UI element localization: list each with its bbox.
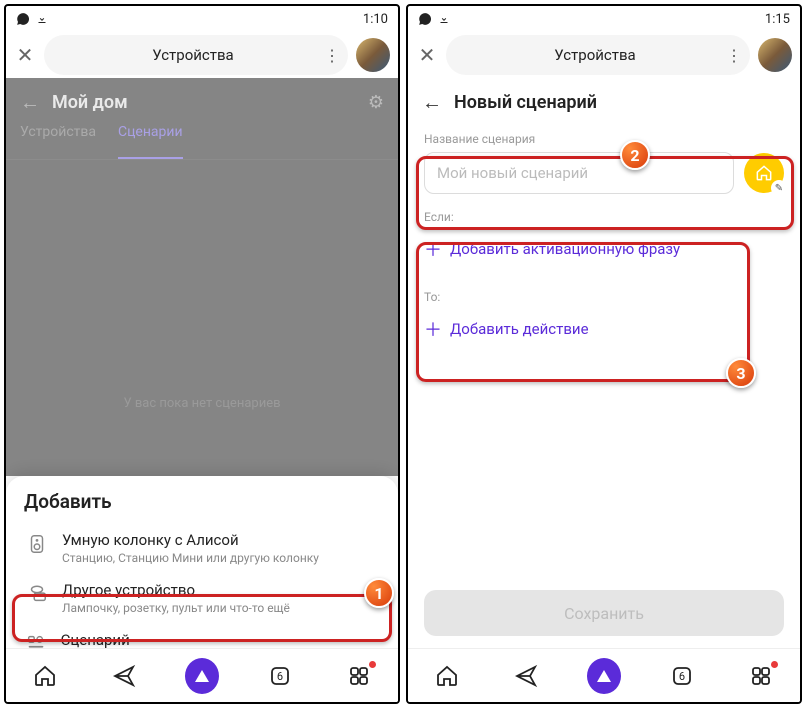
status-bar: 1:10 — [6, 6, 398, 32]
if-section-label: Если: — [424, 210, 784, 224]
dimmed-tabs: Устройства Сценарии — [6, 124, 398, 160]
save-button[interactable]: Сохранить — [424, 590, 784, 636]
house-icon — [754, 163, 774, 183]
empty-state-text: У вас пока нет сценариев — [6, 396, 398, 411]
scenario-icon-picker[interactable]: ✎ — [744, 153, 784, 193]
nav-apps[interactable] — [342, 659, 376, 693]
dimmed-header: ← Мой дом ⚙ — [6, 78, 398, 126]
input-placeholder: Мой новый сценарий — [437, 164, 588, 182]
nav-apps[interactable] — [744, 659, 778, 693]
nav-send[interactable] — [107, 659, 141, 693]
back-icon[interactable]: ← — [422, 90, 442, 115]
sheet-item-speaker[interactable]: Умную колонку с Алисой Станцию, Станцию … — [24, 523, 380, 573]
status-time: 1:15 — [765, 12, 790, 27]
screenshot-left: 1:10 ✕ Устройства ⋮ ← Мой дом ⚙ Устройст… — [4, 4, 400, 704]
nav-home[interactable] — [28, 659, 62, 693]
add-phrase-label: Добавить активационную фразу — [450, 240, 680, 258]
notification-dot — [771, 661, 778, 668]
more-icon[interactable]: ⋮ — [324, 46, 338, 65]
speaker-icon — [24, 531, 50, 557]
bottom-sheet: Добавить Умную колонку с Алисой Станцию,… — [6, 476, 398, 648]
sheet-title: Добавить — [24, 490, 380, 513]
plus-icon: ＋ — [424, 316, 440, 342]
whatsapp-icon — [16, 12, 30, 26]
tab-scenarios: Сценарии — [118, 124, 183, 159]
sheet-item-title: Сценарий — [61, 631, 380, 649]
close-icon[interactable]: ✕ — [416, 43, 438, 67]
whatsapp-icon — [418, 12, 432, 26]
svg-text:6: 6 — [679, 670, 685, 683]
sheet-item-subtitle: Станцию, Станцию Мини или другую колонку — [62, 551, 319, 565]
gear-icon: ⚙ — [368, 92, 384, 113]
nav-send[interactable] — [509, 659, 543, 693]
edit-pencil-icon: ✎ — [771, 180, 787, 196]
download-icon — [36, 12, 48, 26]
avatar[interactable] — [356, 38, 390, 72]
nav-alice[interactable] — [185, 659, 219, 693]
sheet-item-title: Умную колонку с Алисой — [62, 531, 319, 549]
sheet-item-subtitle: Лампочку, розетку, пульт или что-то ещё — [62, 601, 290, 615]
screen-title: Новый сценарий — [454, 92, 597, 113]
title-pill[interactable]: Устройства ⋮ — [44, 35, 348, 75]
add-action[interactable]: ＋ Добавить действие — [424, 304, 784, 354]
name-field-label: Название сценария — [424, 132, 784, 146]
title-pill[interactable]: Устройства ⋮ — [446, 35, 750, 75]
top-bar: ✕ Устройства ⋮ — [6, 32, 398, 78]
download-icon — [438, 12, 450, 26]
bottom-nav: 6 — [408, 648, 800, 702]
then-section-label: То: — [424, 290, 784, 304]
add-activation-phrase[interactable]: ＋ Добавить активационную фразу — [424, 224, 784, 274]
home-title: Мой дом — [52, 92, 368, 113]
tab-devices: Устройства — [20, 124, 96, 159]
notification-dot — [369, 661, 376, 668]
device-icon — [24, 581, 50, 607]
status-bar: 1:15 — [408, 6, 800, 32]
nav-tabs[interactable]: 6 — [665, 659, 699, 693]
scenario-name-input[interactable]: Мой новый сценарий — [424, 152, 734, 194]
page-title: Устройства — [464, 46, 726, 64]
add-action-label: Добавить действие — [450, 320, 589, 338]
sheet-item-title: Другое устройство — [62, 581, 290, 599]
nav-alice[interactable] — [587, 659, 621, 693]
top-bar: ✕ Устройства ⋮ — [408, 32, 800, 78]
close-icon[interactable]: ✕ — [14, 43, 36, 67]
bottom-nav: 6 — [6, 648, 398, 702]
nav-home[interactable] — [430, 659, 464, 693]
more-icon[interactable]: ⋮ — [726, 46, 740, 65]
plus-icon: ＋ — [424, 236, 440, 262]
save-button-label: Сохранить — [564, 604, 644, 623]
avatar[interactable] — [758, 38, 792, 72]
page-title: Устройства — [62, 46, 324, 64]
back-icon: ← — [20, 90, 40, 115]
screenshot-right: 1:15 ✕ Устройства ⋮ ← Новый сценарий Наз… — [406, 4, 802, 704]
svg-text:6: 6 — [277, 670, 283, 683]
screen-header: ← Новый сценарий — [408, 78, 800, 126]
nav-tabs[interactable]: 6 — [263, 659, 297, 693]
sheet-item-device[interactable]: Другое устройство Лампочку, розетку, пул… — [24, 573, 380, 623]
status-time: 1:10 — [363, 12, 388, 27]
